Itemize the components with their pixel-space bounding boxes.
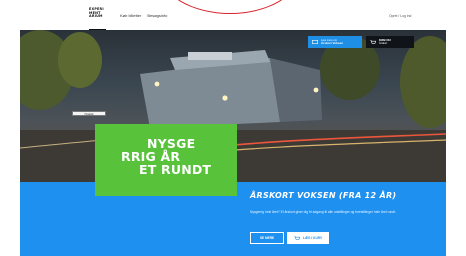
buy-now-sub: Årskort xyxy=(379,42,388,45)
read-more-line: Årskort Voksen xyxy=(321,41,343,45)
building-sign xyxy=(188,52,232,60)
buy-now-button-text: KØB NU Årskort xyxy=(379,38,391,45)
street-lamp xyxy=(154,81,160,87)
buy-now-button[interactable]: KØB NU Årskort xyxy=(366,36,414,48)
nav-item-visit-info[interactable]: Besøgsinfo xyxy=(147,13,167,18)
login-link[interactable]: Opret / Log ind xyxy=(389,14,411,18)
main-nav: Køb billetter Besøgsinfo xyxy=(120,13,167,18)
promo-line: ET RUNDT xyxy=(139,162,212,177)
street-lamp xyxy=(313,87,319,93)
nav-item-tickets[interactable]: Køb billetter xyxy=(120,13,141,18)
cta-group: SE MERE LÆG I KURV xyxy=(250,232,329,244)
tree xyxy=(58,32,102,88)
logo[interactable]: EXPERI MENT ARIUM xyxy=(89,7,111,19)
street-lamp xyxy=(222,95,228,101)
cart-icon xyxy=(294,235,300,240)
read-more-button-text: Læs mere om Årskort Voksen xyxy=(321,39,343,45)
logo-line: ARIUM xyxy=(89,14,103,19)
tree xyxy=(400,36,446,128)
see-more-label: SE MERE xyxy=(259,236,275,240)
product-description: Nysgerrig hele året? Et årskort giver di… xyxy=(250,210,397,214)
product-title: ÅRSKORT VOKSEN (FRA 12 ÅR) xyxy=(250,191,397,200)
cart-icon xyxy=(370,39,376,44)
top-bar: EXPERI MENT ARIUM Køb billetter Besøgsin… xyxy=(0,0,466,31)
promo-box: NYSGE RRIG ÅR ET RUNDT xyxy=(95,124,237,196)
hospital-sign: Hospital xyxy=(72,111,106,116)
read-more-annual-pass-button[interactable]: Læs mere om Årskort Voksen xyxy=(308,36,362,48)
add-to-cart-label: LÆG I KURV xyxy=(302,236,323,240)
add-to-cart-button[interactable]: LÆG I KURV xyxy=(287,232,329,244)
building xyxy=(140,58,280,128)
see-more-button[interactable]: SE MERE xyxy=(250,232,284,244)
monitor-icon xyxy=(312,39,318,44)
